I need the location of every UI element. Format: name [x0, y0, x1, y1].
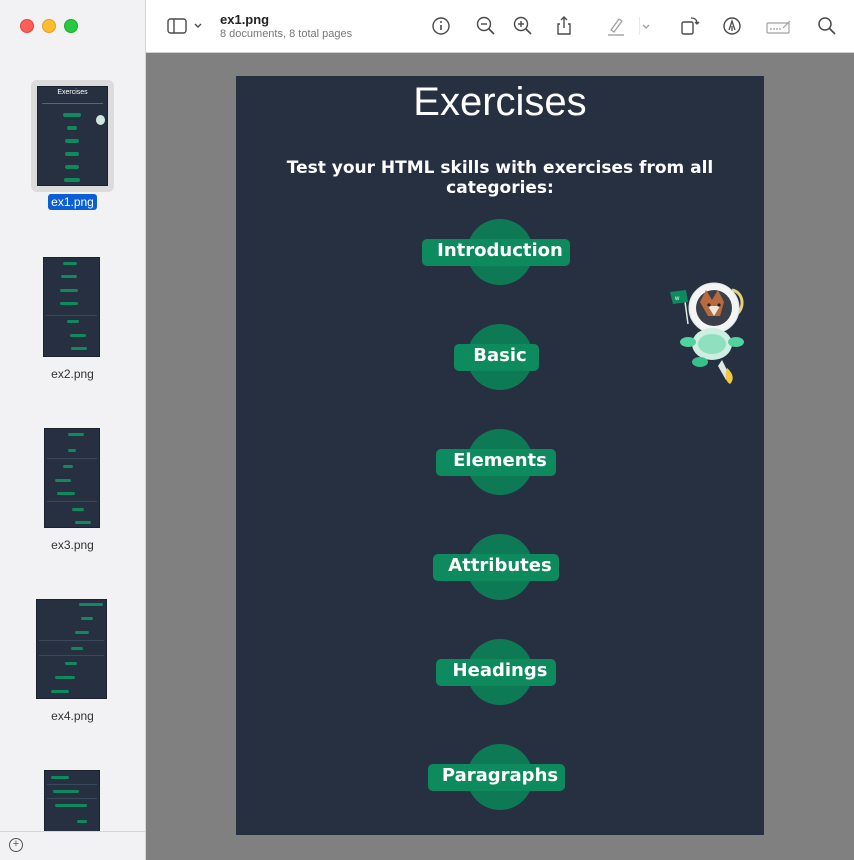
- exercise-paragraphs: Paragraphs: [236, 744, 764, 810]
- maximize-window-button[interactable]: [64, 19, 78, 33]
- add-page-icon[interactable]: +: [9, 838, 23, 852]
- share-icon: [557, 16, 571, 35]
- exercise-attributes: Attributes: [236, 534, 764, 600]
- exercise-headings: Headings: [236, 639, 764, 705]
- zoom-out-button[interactable]: [475, 15, 497, 37]
- rotate-button[interactable]: [678, 15, 700, 37]
- exercise-label: Attributes: [448, 555, 552, 576]
- highlight-button[interactable]: [605, 15, 627, 37]
- document-viewer[interactable]: Exercises Test your HTML skills with exe…: [146, 53, 854, 860]
- sign-icon: [766, 20, 791, 34]
- sidebar-toggle-button[interactable]: [166, 15, 204, 37]
- rotate-icon: [681, 17, 700, 35]
- thumbnail-ex5[interactable]: [44, 770, 100, 832]
- exercise-label: Elements: [453, 450, 547, 471]
- preview-window: Exercises ex1.png ex2.png ex3.png ex4.pn…: [0, 0, 854, 860]
- info-button[interactable]: [430, 15, 452, 37]
- thumbnail-label: ex4.png: [51, 709, 94, 723]
- document-subtitle: 8 documents, 8 total pages: [220, 28, 353, 40]
- exercise-elements: Elements: [236, 429, 764, 495]
- highlight-options-button[interactable]: [639, 15, 653, 37]
- exercise-label: Paragraphs: [441, 765, 559, 786]
- highlight-icon: [608, 18, 624, 36]
- thumbnail-ex1[interactable]: Exercises: [37, 86, 108, 186]
- sidebar-footer: +: [0, 831, 145, 860]
- zoom-out-icon: [476, 16, 495, 35]
- toolbar: ex1.png 8 documents, 8 total pages: [146, 0, 854, 53]
- thumbnail-label: ex2.png: [51, 367, 94, 381]
- thumbnail-ex4[interactable]: [36, 599, 107, 699]
- document-title: ex1.png: [220, 12, 270, 27]
- svg-text:w: w: [674, 296, 680, 302]
- close-window-button[interactable]: [20, 19, 34, 33]
- astronaut-fox-mascot-icon: w: [670, 282, 744, 384]
- thumbnail-label: ex1.png: [0, 194, 145, 210]
- sidebar-icon: [167, 18, 202, 34]
- exercise-label: Introduction: [437, 240, 563, 261]
- markup-icon: [723, 17, 741, 35]
- zoom-in-icon: [513, 16, 532, 35]
- thumbnail-ex3[interactable]: [44, 428, 100, 528]
- thumbnail-sidebar: Exercises ex1.png ex2.png ex3.png ex4.pn…: [0, 0, 146, 860]
- minimize-window-button[interactable]: [42, 19, 56, 33]
- markup-button[interactable]: [721, 15, 743, 37]
- page-subtitle: Test your HTML skills with exercises fro…: [286, 158, 714, 198]
- thumbnail-ex2[interactable]: [43, 257, 100, 357]
- exercise-label: Headings: [452, 660, 548, 681]
- page-title: Exercises: [413, 80, 587, 124]
- share-button[interactable]: [553, 15, 575, 37]
- zoom-in-button[interactable]: [512, 15, 534, 37]
- thumbnail-label: ex3.png: [51, 538, 94, 552]
- window-controls: [20, 19, 78, 33]
- chevron-down-icon: [639, 17, 650, 35]
- sign-button[interactable]: [766, 15, 792, 37]
- info-icon: [432, 17, 450, 35]
- search-button[interactable]: [816, 15, 838, 37]
- search-icon: [818, 17, 836, 35]
- document-page: Exercises Test your HTML skills with exe…: [236, 76, 764, 835]
